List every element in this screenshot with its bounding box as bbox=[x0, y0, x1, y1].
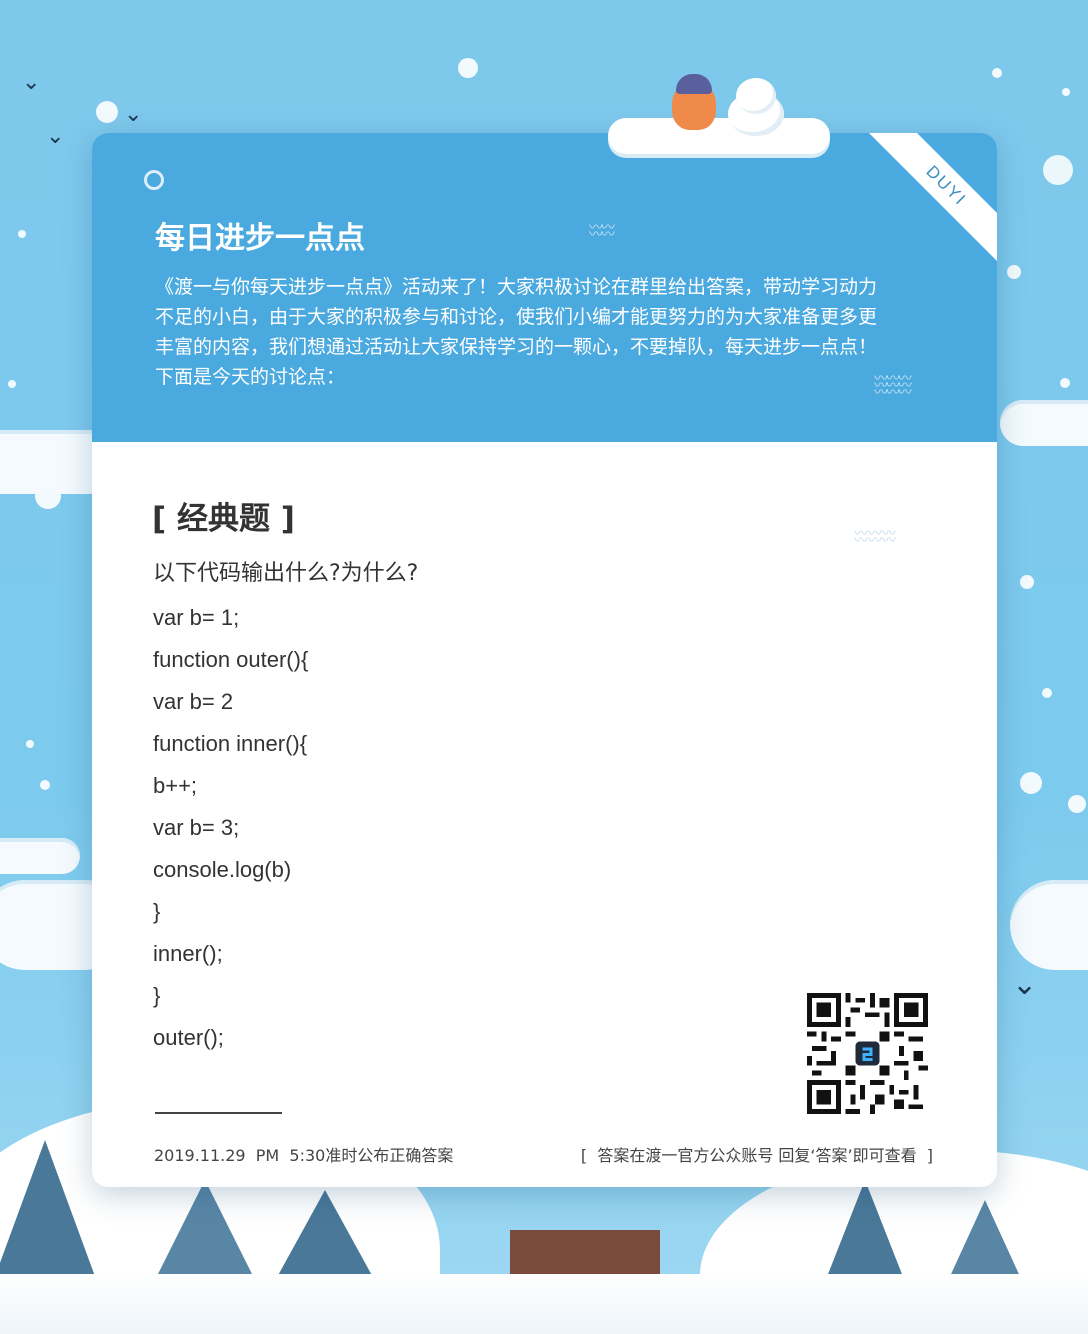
snowflake-icon bbox=[1062, 88, 1070, 96]
wave-decoration: 〰〰 〰〰 bbox=[589, 220, 615, 243]
cloud bbox=[1000, 400, 1088, 446]
code-line: inner(); bbox=[153, 941, 223, 966]
snowflake-icon bbox=[458, 58, 478, 78]
question-text: 以下代码输出什么?为什么? bbox=[153, 561, 419, 586]
bird-icon: ⌄ bbox=[22, 70, 41, 95]
qr-code-icon[interactable] bbox=[807, 993, 928, 1114]
snowflake-icon bbox=[992, 68, 1002, 78]
snowflake-icon bbox=[26, 740, 34, 748]
cloud bbox=[1010, 880, 1088, 970]
snow-ground bbox=[0, 1274, 1088, 1334]
answer-hint: [ 答案在渡一官方公众账号 回复‘答案’即可查看 ] bbox=[580, 1146, 933, 1165]
snowflake-icon bbox=[1007, 265, 1021, 279]
snow-ledge bbox=[608, 118, 830, 154]
wave-decoration: 〰〰〰 〰〰〰 bbox=[854, 526, 896, 549]
code-line: b++; bbox=[153, 773, 198, 798]
snowflake-icon bbox=[144, 170, 164, 190]
code-line: var b= 1; bbox=[153, 605, 240, 630]
snowflake-icon bbox=[1042, 688, 1052, 698]
bird-icon: ⌄ bbox=[124, 102, 143, 127]
section-title: [ 经典题 ] bbox=[152, 501, 295, 537]
code-line: } bbox=[153, 899, 161, 924]
pine-tree bbox=[0, 1140, 100, 1290]
snowman-head bbox=[736, 78, 776, 114]
code-line: function inner(){ bbox=[153, 731, 308, 756]
code-block: var b= 1; function outer(){ var b= 2 fun… bbox=[153, 597, 308, 1059]
snowflake-icon bbox=[1060, 378, 1070, 388]
code-line: var b= 2 bbox=[153, 689, 234, 714]
snowflake-icon bbox=[96, 101, 118, 123]
snowflake-icon bbox=[18, 230, 26, 238]
publish-time-note: 2019.11.29 PM 5:30准时公布正确答案 bbox=[154, 1146, 454, 1165]
snowflake-icon bbox=[8, 380, 16, 388]
activity-card: 〰〰 〰〰 〰〰〰 〰〰〰 〰〰〰 DUYI 每日进步一点点 《渡一与你每天进步一点点… bbox=[92, 133, 997, 1187]
code-line: console.log(b) bbox=[153, 857, 292, 882]
divider bbox=[155, 1112, 282, 1114]
snowflake-icon bbox=[1068, 795, 1086, 813]
code-line: } bbox=[153, 983, 161, 1008]
snowflake-icon bbox=[1020, 575, 1034, 589]
duyi-corner-badge: DUYI bbox=[866, 133, 997, 266]
intro-text: 《渡一与你每天进步一点点》活动来了！大家积极讨论在群里给出答案，带动学习动力不足… bbox=[155, 276, 878, 388]
snowflake-icon bbox=[1020, 772, 1042, 794]
code-line: outer(); bbox=[153, 1025, 224, 1050]
code-line: function outer(){ bbox=[153, 647, 309, 672]
cloud bbox=[0, 838, 80, 874]
snowflake-icon bbox=[40, 780, 50, 790]
bird-icon: ⌄ bbox=[1012, 967, 1038, 1002]
code-line: var b= 3; bbox=[153, 815, 240, 840]
card-header: 〰〰 〰〰 〰〰〰 〰〰〰 〰〰〰 DUYI 每日进步一点点 《渡一与你每天进步一点点… bbox=[92, 133, 997, 442]
wave-decoration: 〰〰〰 〰〰〰 〰〰〰 bbox=[874, 371, 912, 401]
page-title: 每日进步一点点 bbox=[155, 221, 365, 256]
snowflake-icon bbox=[1043, 155, 1073, 185]
bird-icon: ⌄ bbox=[46, 124, 65, 149]
